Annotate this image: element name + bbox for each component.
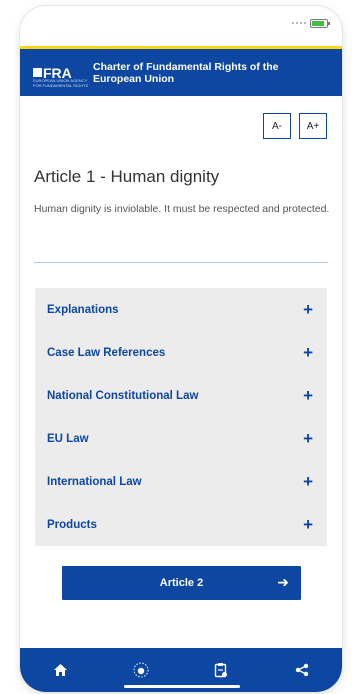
increase-font-button[interactable]: A+: [299, 113, 327, 139]
app-title: Charter of Fundamental Rights of the Eur…: [93, 60, 279, 85]
section-eu-law[interactable]: EU Law +: [35, 417, 327, 460]
font-size-controls: A- A+: [263, 113, 327, 139]
home-icon[interactable]: [45, 655, 75, 685]
logo-tagline: EUROPEAN UNION AGENCY FOR FUNDAMENTAL RI…: [33, 77, 89, 88]
section-label: Products: [47, 518, 97, 531]
divider: [34, 262, 328, 263]
battery-icon: [310, 19, 330, 28]
section-explanations[interactable]: Explanations +: [35, 288, 327, 331]
sections-accordion: Explanations + Case Law References + Nat…: [35, 288, 327, 546]
section-national-constitutional-law[interactable]: National Constitutional Law +: [35, 374, 327, 417]
section-label: EU Law: [47, 432, 89, 445]
app-header: FRA EUROPEAN UNION AGENCY FOR FUNDAMENTA…: [20, 46, 342, 96]
section-label: International Law: [47, 475, 142, 488]
signal-icon: [292, 22, 306, 26]
article-text: Human dignity is inviolable. It must be …: [34, 203, 330, 215]
section-case-law-references[interactable]: Case Law References +: [35, 331, 327, 374]
plus-icon[interactable]: +: [303, 516, 313, 533]
article-title: Article 1 - Human dignity: [34, 167, 220, 186]
plus-icon[interactable]: +: [303, 344, 313, 361]
eu-stars-icon[interactable]: [126, 655, 156, 685]
plus-icon[interactable]: +: [303, 387, 313, 404]
plus-icon[interactable]: +: [303, 430, 313, 447]
section-label: Explanations: [47, 303, 119, 316]
fra-logo: FRA EUROPEAN UNION AGENCY FOR FUNDAMENTA…: [33, 56, 89, 90]
bottom-navigation: [20, 648, 342, 692]
phone-frame: FRA EUROPEAN UNION AGENCY FOR FUNDAMENTA…: [20, 6, 342, 692]
decrease-font-button[interactable]: A-: [263, 113, 291, 139]
clipboard-icon[interactable]: [206, 655, 236, 685]
home-indicator: [124, 685, 240, 688]
status-bar: [20, 6, 342, 42]
share-icon[interactable]: [287, 655, 317, 685]
section-products[interactable]: Products +: [35, 503, 327, 546]
section-label: National Constitutional Law: [47, 389, 199, 402]
plus-icon[interactable]: +: [303, 473, 313, 490]
section-international-law[interactable]: International Law +: [35, 460, 327, 503]
arrow-right-icon: ➜: [277, 574, 289, 590]
section-label: Case Law References: [47, 346, 166, 359]
next-article-label: Article 2: [159, 577, 204, 589]
next-article-button[interactable]: Article 2 ➜: [62, 566, 301, 600]
plus-icon[interactable]: +: [303, 301, 313, 318]
logo-mark-icon: [33, 67, 42, 77]
